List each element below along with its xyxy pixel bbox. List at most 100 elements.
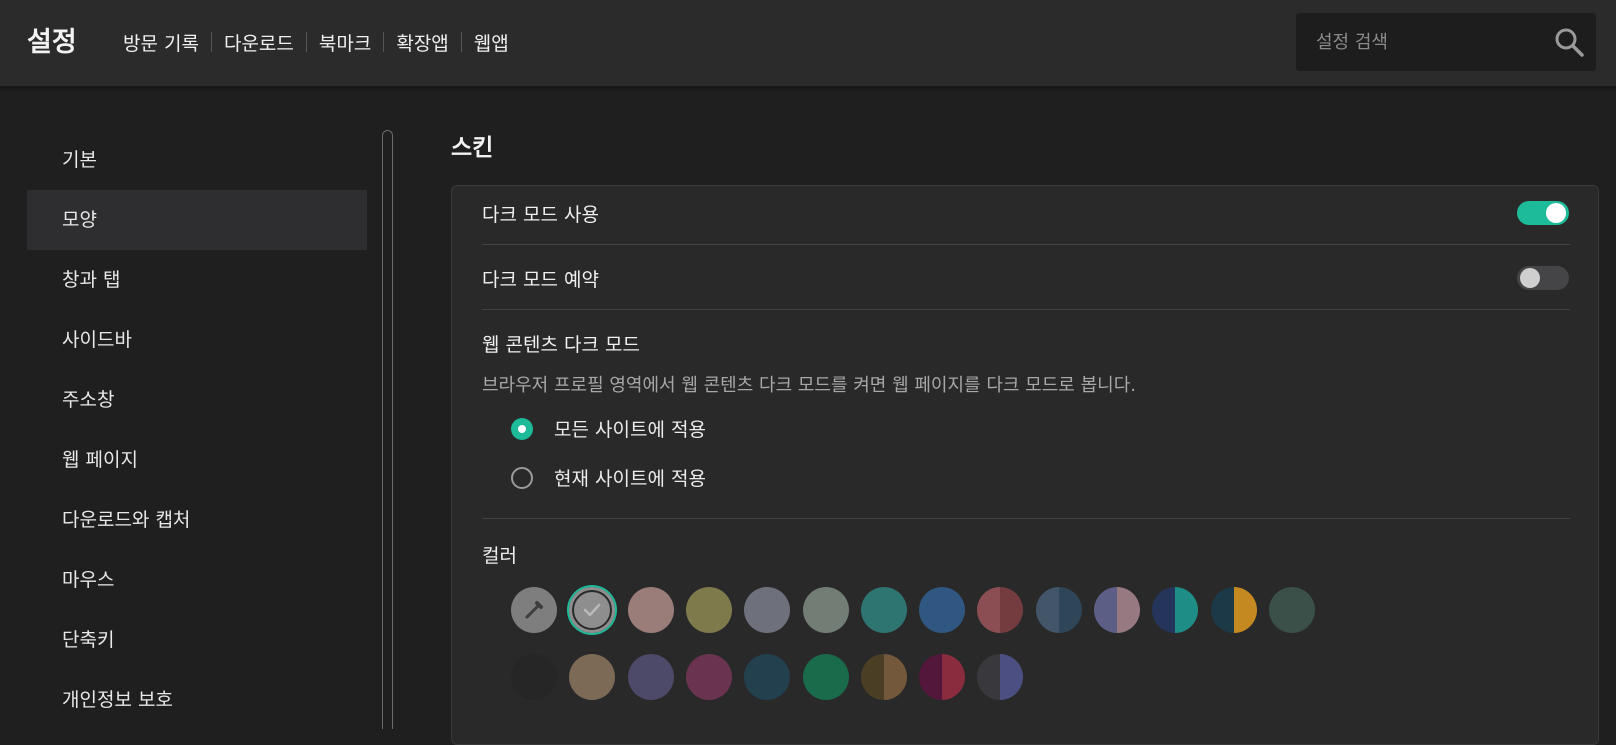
swatch-half	[942, 654, 965, 700]
section-title: 스킨	[451, 135, 494, 161]
color-swatch[interactable]	[1094, 587, 1140, 633]
swatch-half	[534, 654, 557, 700]
color-swatch[interactable]	[628, 654, 674, 700]
radio-all-sites[interactable]	[511, 418, 533, 440]
color-label: 컬러	[482, 545, 517, 567]
swatch-half	[628, 654, 651, 700]
swatch-half	[709, 587, 732, 633]
sidebar-item-appearance[interactable]: 모양	[27, 190, 367, 250]
swatch-half	[767, 654, 790, 700]
color-swatch[interactable]	[686, 587, 732, 633]
nav-extensions[interactable]: 확장앱	[396, 29, 448, 56]
color-swatch[interactable]	[744, 587, 790, 633]
swatch-half	[826, 654, 849, 700]
radio-label-all-sites[interactable]: 모든 사이트에 적용	[554, 415, 706, 442]
color-swatch[interactable]	[861, 587, 907, 633]
swatch-half	[919, 587, 942, 633]
sidebar-item-web-page[interactable]: 웹 페이지	[27, 430, 367, 490]
dark-mode-toggle[interactable]	[1517, 201, 1569, 225]
swatch-half	[744, 654, 767, 700]
sidebar: 기본 모양 창과 탭 사이드바 주소창 웹 페이지 다운로드와 캡처 마우스 단…	[27, 130, 367, 730]
check-icon	[583, 603, 601, 617]
swatch-half	[1094, 587, 1117, 633]
dark-mode-schedule-label: 다크 모드 예약	[482, 269, 599, 291]
swatch-half	[1175, 587, 1198, 633]
color-swatch[interactable]	[803, 654, 849, 700]
skin-card: 다크 모드 사용 다크 모드 예약 웹 콘텐츠 다크 모드 브라우저 프로필 영…	[451, 185, 1599, 745]
radio-current-site[interactable]	[511, 467, 533, 489]
sidebar-item-address-bar[interactable]: 주소창	[27, 370, 367, 430]
swatch-half	[826, 587, 849, 633]
swatch-half	[1152, 587, 1175, 633]
eyedropper-icon	[525, 601, 543, 619]
divider	[482, 518, 1570, 519]
swatch-half	[884, 587, 907, 633]
swatch-half	[977, 654, 1000, 700]
swatch-half	[686, 654, 709, 700]
top-bar: 설정 방문 기록 다운로드 북마크 확장앱 웹앱	[0, 0, 1616, 87]
color-swatch[interactable]	[628, 587, 674, 633]
search-box	[1296, 13, 1596, 71]
nav-downloads[interactable]: 다운로드	[224, 29, 294, 56]
nav-webapps[interactable]: 웹앱	[474, 29, 509, 56]
web-content-dark-description: 브라우저 프로필 영역에서 웹 콘텐츠 다크 모드를 켜면 웹 페이지를 다크 …	[482, 375, 1136, 396]
swatch-half	[861, 587, 884, 633]
color-swatch[interactable]	[1152, 587, 1198, 633]
sidebar-item-sidebar[interactable]: 사이드바	[27, 310, 367, 370]
swatch-half	[803, 654, 826, 700]
color-swatch[interactable]	[919, 587, 965, 633]
color-swatch[interactable]	[1269, 587, 1315, 633]
color-swatch[interactable]	[803, 587, 849, 633]
color-swatch[interactable]	[686, 654, 732, 700]
swatch-half	[1117, 587, 1140, 633]
color-swatch[interactable]	[919, 654, 965, 700]
color-swatch[interactable]	[511, 587, 557, 633]
swatch-half	[744, 587, 767, 633]
swatch-half	[1292, 587, 1315, 633]
color-swatch[interactable]	[569, 587, 615, 633]
web-content-dark-title: 웹 콘텐츠 다크 모드	[482, 334, 640, 356]
color-swatch[interactable]	[977, 654, 1023, 700]
nav-separator	[460, 32, 462, 52]
color-swatch[interactable]	[977, 587, 1023, 633]
dark-mode-label: 다크 모드 사용	[482, 204, 599, 226]
nav-history[interactable]: 방문 기록	[123, 29, 199, 56]
sidebar-item-basic[interactable]: 기본	[27, 130, 367, 190]
top-nav: 방문 기록 다운로드 북마크 확장앱 웹앱	[123, 27, 509, 57]
swatch-half	[1234, 587, 1257, 633]
swatch-half	[651, 587, 674, 633]
swatch-half	[1211, 587, 1234, 633]
color-swatch[interactable]	[1036, 587, 1082, 633]
swatch-half	[1059, 587, 1082, 633]
color-swatch[interactable]	[511, 654, 557, 700]
search-input[interactable]	[1316, 13, 1536, 71]
divider	[482, 244, 1570, 245]
color-swatch[interactable]	[569, 654, 615, 700]
swatch-half	[884, 654, 907, 700]
swatch-half	[592, 654, 615, 700]
color-swatch[interactable]	[744, 654, 790, 700]
toggle-knob	[1520, 268, 1540, 288]
swatch-half	[1036, 587, 1059, 633]
sidebar-item-mouse[interactable]: 마우스	[27, 550, 367, 610]
swatch-half	[1269, 587, 1292, 633]
swatch-half	[942, 587, 965, 633]
dark-mode-schedule-toggle[interactable]	[1517, 266, 1569, 290]
radio-label-current-site[interactable]: 현재 사이트에 적용	[554, 464, 706, 491]
swatch-half	[861, 654, 884, 700]
sidebar-item-download-capture[interactable]: 다운로드와 캡처	[27, 490, 367, 550]
nav-bookmarks[interactable]: 북마크	[319, 29, 371, 56]
sidebar-item-shortcuts[interactable]: 단축키	[27, 610, 367, 670]
swatch-half	[709, 654, 732, 700]
color-swatch[interactable]	[861, 654, 907, 700]
divider	[482, 309, 1570, 310]
nav-separator	[383, 32, 385, 52]
nav-separator	[210, 32, 212, 52]
toggle-knob	[1546, 203, 1566, 223]
color-swatch[interactable]	[1211, 587, 1257, 633]
sidebar-scrollbar[interactable]	[382, 130, 393, 729]
search-icon[interactable]	[1554, 27, 1584, 57]
sidebar-item-windows-tabs[interactable]: 창과 탭	[27, 250, 367, 310]
sidebar-item-privacy[interactable]: 개인정보 보호	[27, 670, 367, 730]
swatch-half	[803, 587, 826, 633]
